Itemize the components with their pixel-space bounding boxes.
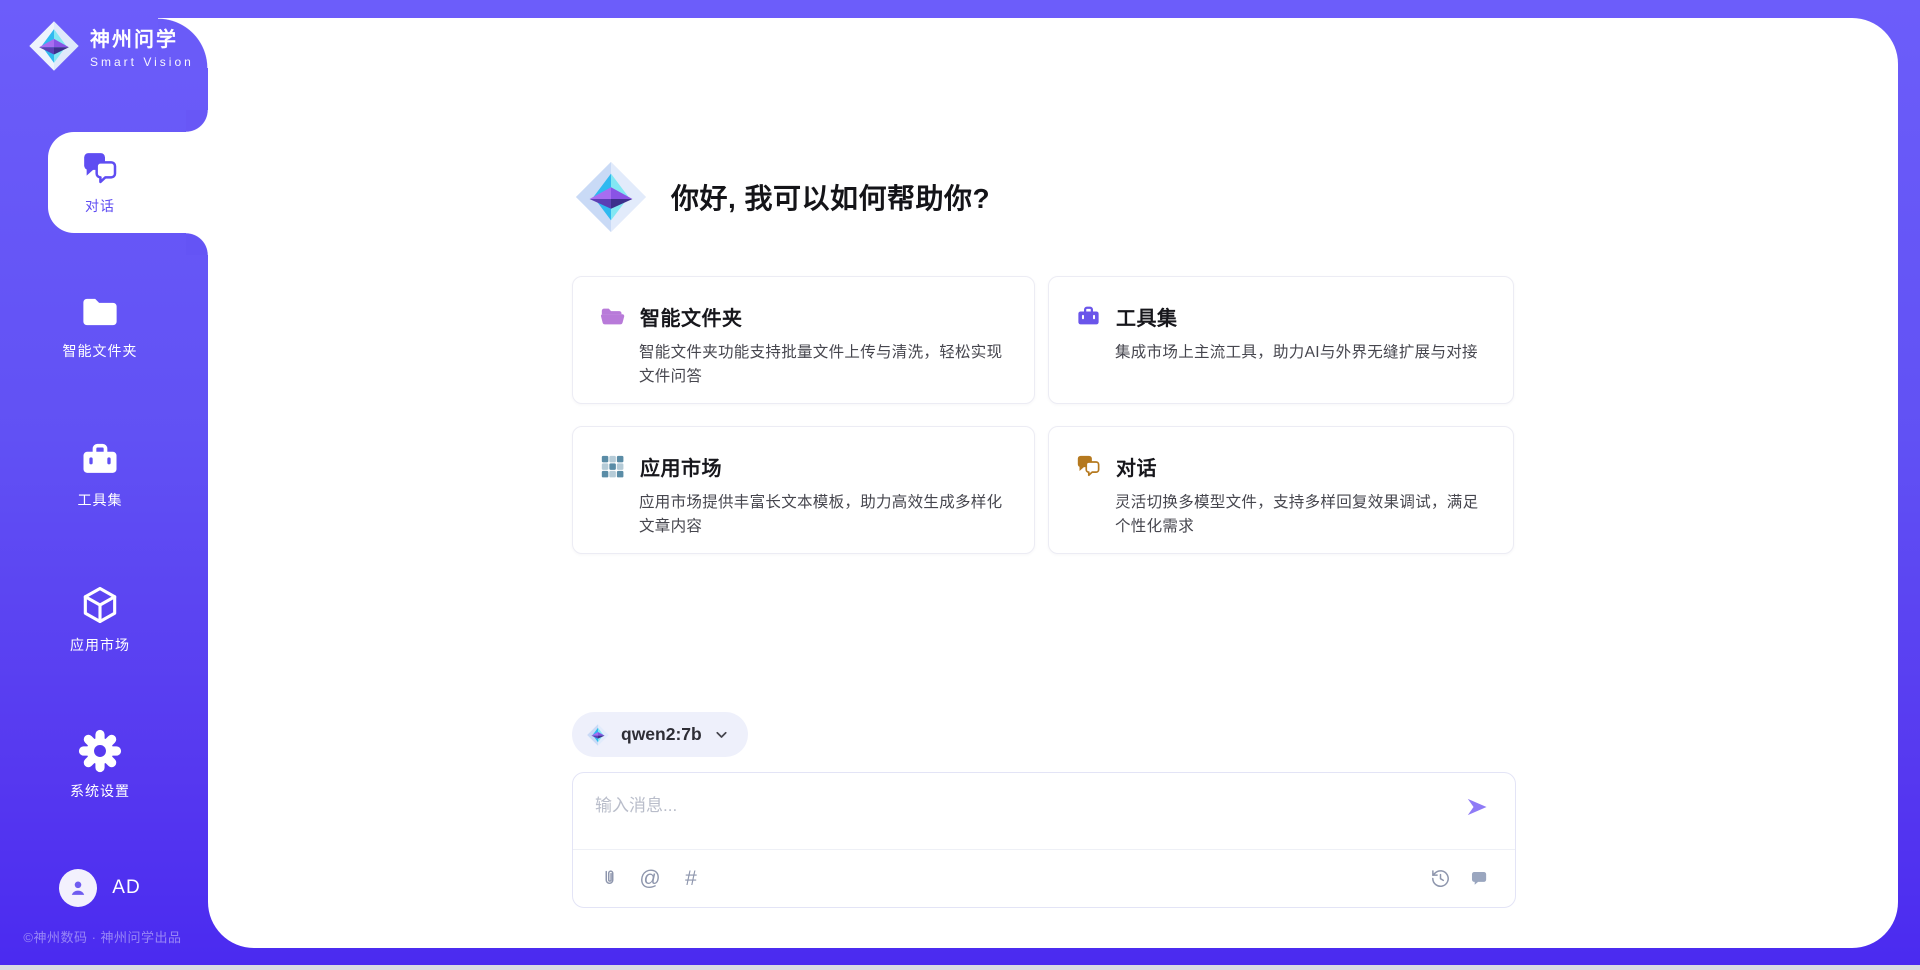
card-title: 应用市场 xyxy=(640,452,722,481)
sidebar-item-label: 智能文件夹 xyxy=(63,341,138,361)
topic-button[interactable]: # xyxy=(679,867,703,891)
card-smart-folder[interactable]: 智能文件夹 智能文件夹功能支持批量文件上传与清洗，轻松实现文件问答 xyxy=(572,276,1035,404)
send-button[interactable] xyxy=(1463,793,1491,821)
card-title: 对话 xyxy=(1116,452,1157,481)
cube-icon xyxy=(78,583,122,627)
sidebar-item-smart-folder[interactable]: 智能文件夹 xyxy=(0,291,200,361)
paperclip-icon xyxy=(599,868,620,889)
sidebar-item-app-market[interactable]: 应用市场 xyxy=(0,583,200,655)
sidebar-item-label: 系统设置 xyxy=(70,781,130,801)
new-chat-button[interactable] xyxy=(1467,867,1491,891)
card-description: 集成市场上主流工具，助力AI与外界无缝扩展与对接 xyxy=(1115,341,1493,365)
card-description: 应用市场提供丰富长文本模板，助力高效生成多样化文章内容 xyxy=(639,491,1014,539)
sidebar-item-chat[interactable]: 对话 xyxy=(48,132,208,233)
grid-icon xyxy=(599,453,626,480)
chat-bubbles-icon xyxy=(80,149,120,189)
avatar xyxy=(59,869,97,907)
card-description: 灵活切换多模型文件，支持多样回复效果调试，满足个性化需求 xyxy=(1115,491,1493,539)
user-initials: AD xyxy=(112,877,140,899)
brand-logo: 神州问学 Smart Vision xyxy=(28,20,194,72)
sidebar-item-toolset[interactable]: 工具集 xyxy=(0,438,200,510)
briefcase-icon xyxy=(1075,303,1102,330)
chevron-down-icon xyxy=(713,726,730,743)
attach-file-button[interactable] xyxy=(597,867,621,891)
card-chat[interactable]: 对话 灵活切换多模型文件，支持多样回复效果调试，满足个性化需求 xyxy=(1048,426,1514,554)
message-input[interactable] xyxy=(595,790,1415,822)
composer-toolbar: @ # xyxy=(573,850,1515,907)
message-composer: @ # xyxy=(572,772,1516,908)
send-icon xyxy=(1464,794,1490,820)
user-profile[interactable]: AD xyxy=(0,869,200,907)
at-icon: @ xyxy=(639,867,660,891)
card-title: 工具集 xyxy=(1116,302,1178,331)
mention-button[interactable]: @ xyxy=(638,867,662,891)
model-diamond-icon xyxy=(586,723,610,747)
card-app-market[interactable]: 应用市场 应用市场提供丰富长文本模板，助力高效生成多样化文章内容 xyxy=(572,426,1035,554)
composer-input-row xyxy=(573,773,1515,849)
history-button[interactable] xyxy=(1428,867,1452,891)
feature-cards: 智能文件夹 智能文件夹功能支持批量文件上传与清洗，轻松实现文件问答 工具集 集成… xyxy=(572,276,1514,554)
brand-name: 神州问学 xyxy=(90,23,194,52)
sidebar-item-settings[interactable]: 系统设置 xyxy=(0,729,200,801)
main-panel: 你好, 我可以如何帮助你? 智能文件夹 智能文件夹功能支持批量文件上传与清洗，轻… xyxy=(208,18,1898,948)
chat-bubble-icon xyxy=(1469,868,1490,889)
greeting-block: 你好, 我可以如何帮助你? xyxy=(572,158,990,236)
model-selector[interactable]: qwen2:7b xyxy=(572,712,748,757)
horizontal-scrollbar[interactable] xyxy=(0,965,1920,970)
chat-bubbles-icon xyxy=(1075,453,1102,480)
hash-icon: # xyxy=(685,867,697,891)
sidebar-item-label: 应用市场 xyxy=(70,635,130,655)
copyright-text: ©神州数码 · 神州问学出品 xyxy=(5,927,200,946)
card-description: 智能文件夹功能支持批量文件上传与清洗，轻松实现文件问答 xyxy=(639,341,1014,389)
sidebar-item-label: 对话 xyxy=(85,196,115,216)
briefcase-icon xyxy=(78,438,122,482)
user-icon xyxy=(67,877,89,899)
sidebar: 神州问学 Smart Vision 对话 智能文件夹 工具集 xyxy=(0,0,208,970)
card-toolset[interactable]: 工具集 集成市场上主流工具，助力AI与外界无缝扩展与对接 xyxy=(1048,276,1514,404)
sidebar-item-label: 工具集 xyxy=(78,490,123,510)
brand-subtitle: Smart Vision xyxy=(90,55,194,69)
card-title: 智能文件夹 xyxy=(640,302,743,331)
folder-icon xyxy=(79,291,121,333)
history-icon xyxy=(1430,868,1451,889)
brand-diamond-icon xyxy=(572,158,650,236)
greeting-title: 你好, 我可以如何帮助你? xyxy=(671,177,990,217)
model-name: qwen2:7b xyxy=(621,724,702,745)
gear-icon xyxy=(78,729,122,773)
folder-open-icon xyxy=(599,303,626,330)
brand-diamond-icon xyxy=(28,20,80,72)
